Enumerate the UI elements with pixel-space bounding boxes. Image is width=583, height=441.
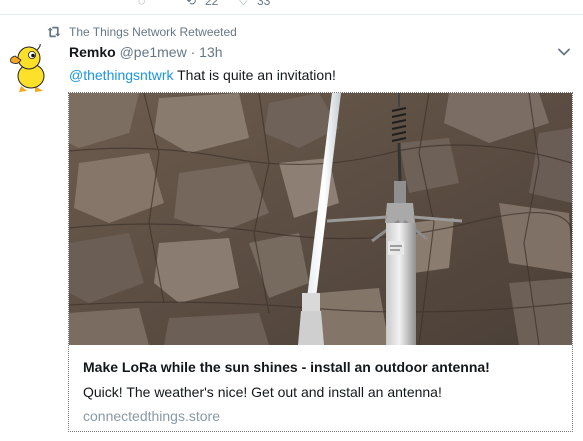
tweet-timestamp[interactable]: 13h bbox=[199, 44, 222, 60]
card-description: Quick! The weather's nice! Get out and i… bbox=[83, 384, 442, 400]
tweet-header: Remko @pe1mew · 13h bbox=[69, 43, 223, 61]
like-count: 33 bbox=[257, 0, 271, 8]
retweet-context-label[interactable]: The Things Network Retweeted bbox=[69, 25, 237, 39]
antenna-photo[interactable] bbox=[69, 93, 572, 345]
header-separator: · bbox=[190, 44, 196, 60]
tweet-divider bbox=[0, 14, 583, 15]
chevron-down-icon[interactable] bbox=[556, 44, 572, 60]
author-handle[interactable]: @pe1mew bbox=[120, 44, 187, 60]
card-domain[interactable]: connectedthings.store bbox=[83, 407, 564, 425]
tweet-text: @thethingsntwrk That is quite an invitat… bbox=[69, 66, 336, 84]
previous-tweet-actions: ◌ ⟲ 22 ♡ 33 bbox=[0, 0, 583, 14]
like-action-icon[interactable]: ♡ bbox=[238, 0, 249, 8]
author-name[interactable]: Remko bbox=[69, 44, 116, 60]
card-title[interactable]: Make LoRa while the sun shines - install… bbox=[83, 358, 564, 376]
tweet-body: That is quite an invitation! bbox=[177, 67, 336, 83]
retweet-icon bbox=[47, 26, 61, 38]
retweet-count: 22 bbox=[205, 0, 219, 8]
retweet-action-icon[interactable]: ⟲ bbox=[186, 0, 196, 8]
duck-avatar[interactable] bbox=[9, 44, 53, 94]
link-card[interactable]: Make LoRa while the sun shines - install… bbox=[68, 92, 573, 432]
card-body: Make LoRa while the sun shines - install… bbox=[83, 358, 564, 425]
mention-link[interactable]: @thethingsntwrk bbox=[69, 67, 173, 83]
reply-icon[interactable]: ◌ bbox=[138, 0, 145, 8]
retweet-context: The Things Network Retweeted bbox=[47, 24, 237, 40]
